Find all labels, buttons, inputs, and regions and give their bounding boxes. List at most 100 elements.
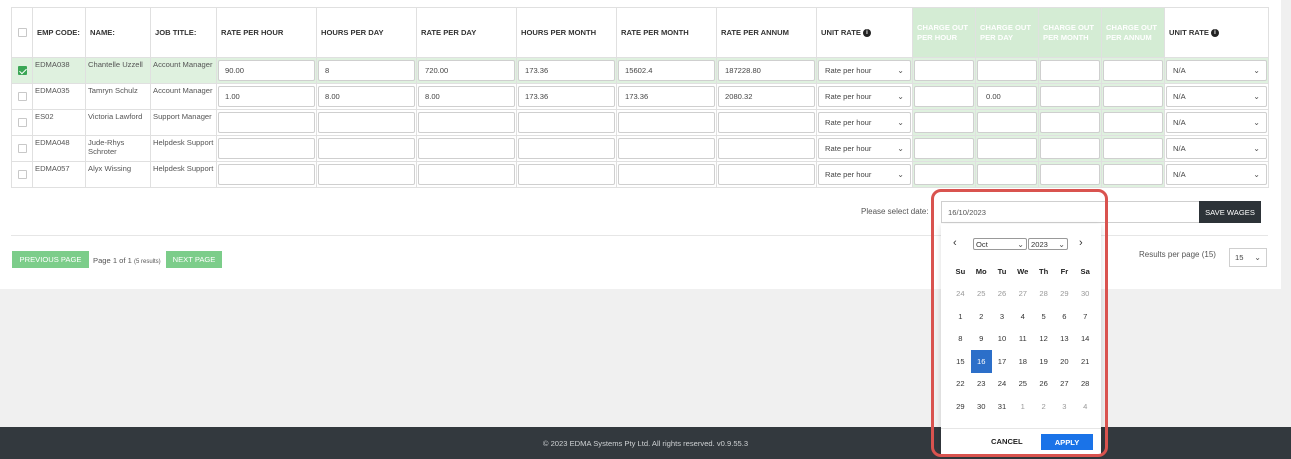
charge-out-hour-input[interactable] bbox=[914, 164, 974, 185]
rate-per-month-input[interactable]: 15602.4 bbox=[618, 60, 715, 81]
calendar-day[interactable]: 1 bbox=[950, 305, 971, 328]
calendar-day[interactable]: 24 bbox=[992, 373, 1013, 396]
calendar-day[interactable]: 19 bbox=[1033, 350, 1054, 373]
chevron-left-icon[interactable]: ‹ bbox=[953, 237, 957, 249]
unit-rate-select[interactable]: Rate per hour ⌄ bbox=[818, 138, 911, 159]
rate-per-hour-input[interactable]: 1.00 bbox=[218, 86, 315, 107]
row-checkbox[interactable] bbox=[17, 144, 27, 153]
calendar-day[interactable]: 22 bbox=[950, 373, 971, 396]
charge-out-day-input[interactable] bbox=[977, 164, 1037, 185]
table-row[interactable]: ES02 Victoria Lawford Support Manager Rate … bbox=[11, 109, 1269, 136]
charge-out-day-input[interactable] bbox=[977, 60, 1037, 81]
rate-per-hour-input[interactable] bbox=[218, 164, 315, 185]
row-checkbox[interactable] bbox=[17, 66, 27, 75]
rate-per-annum-input[interactable] bbox=[718, 164, 815, 185]
calendar-day[interactable]: 17 bbox=[992, 350, 1013, 373]
row-select-cell[interactable] bbox=[11, 135, 33, 162]
charge-out-annum-input[interactable] bbox=[1103, 112, 1163, 133]
rate-per-annum-input[interactable] bbox=[718, 112, 815, 133]
apply-button[interactable]: APPLY bbox=[1041, 434, 1093, 450]
calendar-day[interactable]: 12 bbox=[1033, 328, 1054, 351]
rate-per-hour-input[interactable]: 90.00 bbox=[218, 60, 315, 81]
calendar-day[interactable]: 20 bbox=[1054, 350, 1075, 373]
charge-out-hour-input[interactable] bbox=[914, 60, 974, 81]
row-select-cell[interactable] bbox=[11, 109, 33, 136]
calendar-day-other-month[interactable]: 27 bbox=[1012, 283, 1033, 306]
table-row[interactable]: EDMA057 Alyx Wissing Helpdesk Support Rate … bbox=[11, 161, 1269, 188]
calendar-day[interactable]: 10 bbox=[992, 328, 1013, 351]
calendar-day[interactable]: 27 bbox=[1054, 373, 1075, 396]
calendar-day[interactable]: 14 bbox=[1075, 328, 1096, 351]
unit-rate-2-select[interactable]: N/A ⌄ bbox=[1166, 60, 1267, 81]
calendar-day[interactable]: 30 bbox=[971, 395, 992, 418]
rate-per-month-input[interactable]: 173.36 bbox=[618, 86, 715, 107]
hours-per-day-input[interactable] bbox=[318, 138, 415, 159]
calendar-day[interactable]: 16 bbox=[970, 350, 992, 373]
calendar-day[interactable]: 8 bbox=[950, 328, 971, 351]
unit-rate-2-select[interactable]: N/A ⌄ bbox=[1166, 112, 1267, 133]
date-input[interactable]: 16/10/2023 bbox=[941, 201, 1200, 223]
calendar-day[interactable]: 5 bbox=[1033, 305, 1054, 328]
hours-per-day-input[interactable]: 8.00 bbox=[318, 86, 415, 107]
rate-per-month-input[interactable] bbox=[618, 164, 715, 185]
charge-out-month-input[interactable] bbox=[1040, 138, 1100, 159]
charge-out-annum-input[interactable] bbox=[1103, 86, 1163, 107]
info-icon[interactable]: i bbox=[1210, 28, 1219, 37]
hours-per-month-input[interactable] bbox=[518, 112, 615, 133]
calendar-day[interactable]: 7 bbox=[1075, 305, 1096, 328]
unit-rate-select[interactable]: Rate per hour ⌄ bbox=[818, 86, 911, 107]
select-all-checkbox[interactable] bbox=[17, 28, 27, 37]
calendar-day[interactable]: 26 bbox=[1033, 373, 1054, 396]
calendar-day[interactable]: 28 bbox=[1075, 373, 1096, 396]
calendar-day-other-month[interactable]: 2 bbox=[1033, 395, 1054, 418]
calendar-day[interactable]: 23 bbox=[971, 373, 992, 396]
table-row[interactable]: EDMA038 Chantelle Uzzell Account Manager 90… bbox=[11, 57, 1269, 84]
calendar-day-other-month[interactable]: 24 bbox=[950, 283, 971, 306]
row-select-cell[interactable] bbox=[11, 57, 33, 84]
cancel-button[interactable]: CANCEL bbox=[991, 437, 1023, 446]
select-all-header[interactable] bbox=[11, 7, 33, 58]
calendar-day[interactable]: 4 bbox=[1012, 305, 1033, 328]
calendar-day[interactable]: 25 bbox=[1012, 373, 1033, 396]
charge-out-annum-input[interactable] bbox=[1103, 138, 1163, 159]
calendar-day-other-month[interactable]: 28 bbox=[1033, 283, 1054, 306]
row-select-cell[interactable] bbox=[11, 83, 33, 110]
rate-per-day-input[interactable] bbox=[418, 112, 515, 133]
table-row[interactable]: EDMA035 Tamryn Schulz Account Manager 1.00 8… bbox=[11, 83, 1269, 110]
next-page-button[interactable]: NEXT PAGE bbox=[166, 251, 222, 268]
chevron-right-icon[interactable]: › bbox=[1079, 237, 1083, 249]
charge-out-day-input[interactable] bbox=[977, 138, 1037, 159]
unit-rate-select[interactable]: Rate per hour ⌄ bbox=[818, 60, 911, 81]
unit-rate-2-select[interactable]: N/A ⌄ bbox=[1166, 138, 1267, 159]
table-row[interactable]: EDMA048 Jude-Rhys Schroter Helpdesk Suppor… bbox=[11, 135, 1269, 162]
charge-out-hour-input[interactable] bbox=[914, 86, 974, 107]
charge-out-day-input[interactable] bbox=[977, 112, 1037, 133]
rate-per-day-input[interactable] bbox=[418, 164, 515, 185]
row-checkbox[interactable] bbox=[17, 118, 27, 127]
month-select[interactable]: Oct ⌄ bbox=[973, 238, 1027, 250]
calendar-day[interactable]: 3 bbox=[992, 305, 1013, 328]
save-wages-button[interactable]: SAVE WAGES bbox=[1199, 201, 1261, 223]
year-select[interactable]: 2023 ⌄ bbox=[1028, 238, 1068, 250]
row-checkbox[interactable] bbox=[17, 170, 27, 179]
unit-rate-select[interactable]: Rate per hour ⌄ bbox=[818, 164, 911, 185]
hours-per-month-input[interactable] bbox=[518, 164, 615, 185]
calendar-day[interactable]: 9 bbox=[971, 328, 992, 351]
calendar-day[interactable]: 21 bbox=[1075, 350, 1096, 373]
calendar-day[interactable]: 29 bbox=[950, 395, 971, 418]
rate-per-hour-input[interactable] bbox=[218, 112, 315, 133]
rate-per-month-input[interactable] bbox=[618, 112, 715, 133]
rate-per-hour-input[interactable] bbox=[218, 138, 315, 159]
hours-per-day-input[interactable] bbox=[318, 164, 415, 185]
rate-per-annum-input[interactable] bbox=[718, 138, 815, 159]
calendar-day[interactable]: 13 bbox=[1054, 328, 1075, 351]
calendar-day[interactable]: 2 bbox=[971, 305, 992, 328]
calendar-day[interactable]: 18 bbox=[1012, 350, 1033, 373]
row-select-cell[interactable] bbox=[11, 161, 33, 188]
row-checkbox[interactable] bbox=[17, 92, 27, 101]
unit-rate-2-select[interactable]: N/A ⌄ bbox=[1166, 86, 1267, 107]
charge-out-month-input[interactable] bbox=[1040, 60, 1100, 81]
info-icon[interactable]: i bbox=[862, 28, 871, 37]
calendar-day-other-month[interactable]: 30 bbox=[1075, 283, 1096, 306]
calendar-day-other-month[interactable]: 4 bbox=[1075, 395, 1096, 418]
